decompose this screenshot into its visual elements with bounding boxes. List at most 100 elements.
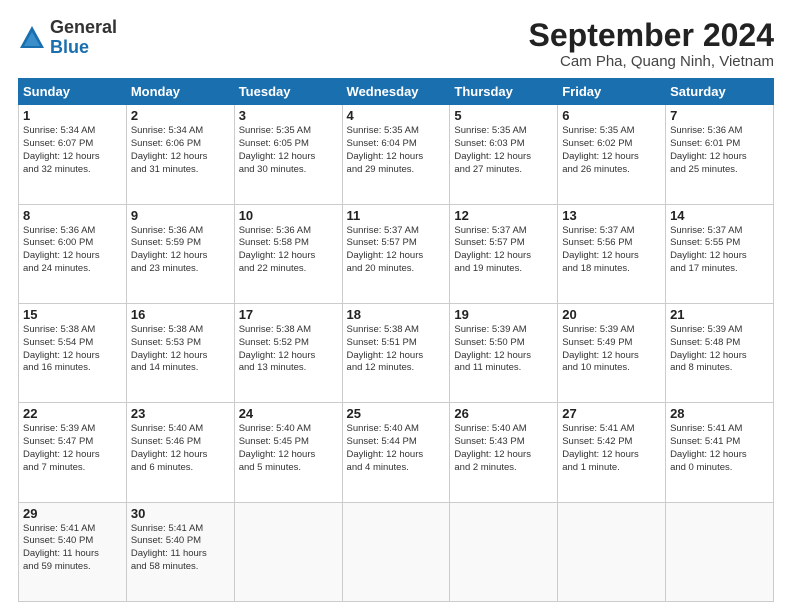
day-number: 20 — [562, 307, 661, 322]
calendar-cell: 6Sunrise: 5:35 AM Sunset: 6:02 PM Daylig… — [558, 105, 666, 204]
calendar-cell: 20Sunrise: 5:39 AM Sunset: 5:49 PM Dayli… — [558, 303, 666, 402]
day-number: 17 — [239, 307, 338, 322]
calendar-cell: 2 Sunrise: 5:34 AM Sunset: 6:06 PM Daylig… — [126, 105, 234, 204]
calendar-cell — [558, 502, 666, 601]
day-number: 18 — [347, 307, 446, 322]
logo-icon — [18, 24, 46, 52]
day-number: 19 — [454, 307, 553, 322]
day-number: 23 — [131, 406, 230, 421]
day-number: 21 — [670, 307, 769, 322]
cell-info: Sunrise: 5:34 AM Sunset: 6:06 PM Dayligh… — [131, 125, 230, 176]
cell-info: Sunrise: 5:36 AM Sunset: 6:01 PM Dayligh… — [670, 125, 769, 176]
calendar-cell: 25 Sunrise: 5:40 AM Sunset: 5:44 PM Dayli… — [342, 403, 450, 502]
calendar-week-4: 22Sunrise: 5:39 AM Sunset: 5:47 PM Dayli… — [19, 403, 774, 502]
calendar-cell — [450, 502, 558, 601]
calendar-cell: 23 Sunrise: 5:40 AM Sunset: 5:46 PM Dayli… — [126, 403, 234, 502]
calendar-header-thursday: Thursday — [450, 79, 558, 105]
calendar-header-wednesday: Wednesday — [342, 79, 450, 105]
calendar-header-tuesday: Tuesday — [234, 79, 342, 105]
day-number: 30 — [131, 506, 230, 521]
cell-info: Sunrise: 5:38 AM Sunset: 5:52 PM Dayligh… — [239, 324, 338, 375]
calendar-week-3: 15 Sunrise: 5:38 AM Sunset: 5:54 PM Dayli… — [19, 303, 774, 402]
day-number: 7 — [670, 108, 769, 123]
cell-info: Sunrise: 5:40 AM Sunset: 5:44 PM Dayligh… — [347, 423, 446, 474]
calendar-cell: 21 Sunrise: 5:39 AM Sunset: 5:48 PM Dayli… — [666, 303, 774, 402]
calendar-header-friday: Friday — [558, 79, 666, 105]
calendar-cell: 14 Sunrise: 5:37 AM Sunset: 5:55 PM Dayli… — [666, 204, 774, 303]
calendar-cell: 10 Sunrise: 5:36 AM Sunset: 5:58 PM Dayli… — [234, 204, 342, 303]
cell-info: Sunrise: 5:34 AM Sunset: 6:07 PM Dayligh… — [23, 125, 122, 176]
day-number: 15 — [23, 307, 122, 322]
cell-info: Sunrise: 5:35 AM Sunset: 6:05 PM Dayligh… — [239, 125, 338, 176]
calendar-cell: 27 Sunrise: 5:41 AM Sunset: 5:42 PM Dayli… — [558, 403, 666, 502]
day-number: 28 — [670, 406, 769, 421]
day-number: 2 — [131, 108, 230, 123]
day-number: 4 — [347, 108, 446, 123]
calendar-cell: 16 Sunrise: 5:38 AM Sunset: 5:53 PM Dayli… — [126, 303, 234, 402]
day-number: 11 — [347, 208, 446, 223]
calendar-cell: 1 Sunrise: 5:34 AM Sunset: 6:07 PM Daylig… — [19, 105, 127, 204]
calendar-cell: 24 Sunrise: 5:40 AM Sunset: 5:45 PM Dayli… — [234, 403, 342, 502]
cell-info: Sunrise: 5:38 AM Sunset: 5:51 PM Dayligh… — [347, 324, 446, 375]
cell-info: Sunrise: 5:38 AM Sunset: 5:54 PM Dayligh… — [23, 324, 122, 375]
day-number: 14 — [670, 208, 769, 223]
cell-info: Sunrise: 5:36 AM Sunset: 6:00 PM Dayligh… — [23, 225, 122, 276]
day-number: 16 — [131, 307, 230, 322]
calendar-title: September 2024 — [529, 18, 774, 53]
calendar-cell: 8 Sunrise: 5:36 AM Sunset: 6:00 PM Daylig… — [19, 204, 127, 303]
cell-info: Sunrise: 5:39 AM Sunset: 5:48 PM Dayligh… — [670, 324, 769, 375]
calendar-header-row: SundayMondayTuesdayWednesdayThursdayFrid… — [19, 79, 774, 105]
cell-info: Sunrise: 5:38 AM Sunset: 5:53 PM Dayligh… — [131, 324, 230, 375]
cell-info: Sunrise: 5:35 AM Sunset: 6:04 PM Dayligh… — [347, 125, 446, 176]
cell-info: Sunrise: 5:41 AM Sunset: 5:42 PM Dayligh… — [562, 423, 661, 474]
day-number: 12 — [454, 208, 553, 223]
logo-text: General Blue — [50, 18, 117, 58]
logo-blue: Blue — [50, 37, 89, 57]
cell-info: Sunrise: 5:40 AM Sunset: 5:43 PM Dayligh… — [454, 423, 553, 474]
calendar-cell — [234, 502, 342, 601]
calendar-cell: 30 Sunrise: 5:41 AM Sunset: 5:40 PM Dayli… — [126, 502, 234, 601]
day-number: 27 — [562, 406, 661, 421]
calendar-cell: 7 Sunrise: 5:36 AM Sunset: 6:01 PM Daylig… — [666, 105, 774, 204]
calendar-header-sunday: Sunday — [19, 79, 127, 105]
calendar-cell: 18 Sunrise: 5:38 AM Sunset: 5:51 PM Dayli… — [342, 303, 450, 402]
day-number: 5 — [454, 108, 553, 123]
day-number: 25 — [347, 406, 446, 421]
calendar-cell: 12 Sunrise: 5:37 AM Sunset: 5:57 PM Dayli… — [450, 204, 558, 303]
day-number: 3 — [239, 108, 338, 123]
calendar-cell: 5Sunrise: 5:35 AM Sunset: 6:03 PM Daylig… — [450, 105, 558, 204]
calendar-cell: 26 Sunrise: 5:40 AM Sunset: 5:43 PM Dayli… — [450, 403, 558, 502]
cell-info: Sunrise: 5:40 AM Sunset: 5:46 PM Dayligh… — [131, 423, 230, 474]
cell-info: Sunrise: 5:41 AM Sunset: 5:40 PM Dayligh… — [23, 523, 122, 574]
cell-info: Sunrise: 5:41 AM Sunset: 5:40 PM Dayligh… — [131, 523, 230, 574]
cell-info: Sunrise: 5:37 AM Sunset: 5:57 PM Dayligh… — [454, 225, 553, 276]
calendar-cell: 29Sunrise: 5:41 AM Sunset: 5:40 PM Dayli… — [19, 502, 127, 601]
calendar-cell — [666, 502, 774, 601]
day-number: 8 — [23, 208, 122, 223]
calendar-cell: 3 Sunrise: 5:35 AM Sunset: 6:05 PM Daylig… — [234, 105, 342, 204]
day-number: 13 — [562, 208, 661, 223]
calendar-week-1: 1 Sunrise: 5:34 AM Sunset: 6:07 PM Daylig… — [19, 105, 774, 204]
cell-info: Sunrise: 5:37 AM Sunset: 5:55 PM Dayligh… — [670, 225, 769, 276]
calendar-cell: 22Sunrise: 5:39 AM Sunset: 5:47 PM Dayli… — [19, 403, 127, 502]
calendar-subtitle: Cam Pha, Quang Ninh, Vietnam — [529, 53, 774, 70]
day-number: 26 — [454, 406, 553, 421]
calendar-cell: 4 Sunrise: 5:35 AM Sunset: 6:04 PM Daylig… — [342, 105, 450, 204]
cell-info: Sunrise: 5:35 AM Sunset: 6:02 PM Dayligh… — [562, 125, 661, 176]
cell-info: Sunrise: 5:36 AM Sunset: 5:59 PM Dayligh… — [131, 225, 230, 276]
day-number: 10 — [239, 208, 338, 223]
cell-info: Sunrise: 5:39 AM Sunset: 5:47 PM Dayligh… — [23, 423, 122, 474]
cell-info: Sunrise: 5:36 AM Sunset: 5:58 PM Dayligh… — [239, 225, 338, 276]
calendar-cell: 13 Sunrise: 5:37 AM Sunset: 5:56 PM Dayli… — [558, 204, 666, 303]
day-number: 1 — [23, 108, 122, 123]
cell-info: Sunrise: 5:39 AM Sunset: 5:50 PM Dayligh… — [454, 324, 553, 375]
calendar-week-5: 29Sunrise: 5:41 AM Sunset: 5:40 PM Dayli… — [19, 502, 774, 601]
calendar-cell: 9Sunrise: 5:36 AM Sunset: 5:59 PM Daylig… — [126, 204, 234, 303]
cell-info: Sunrise: 5:40 AM Sunset: 5:45 PM Dayligh… — [239, 423, 338, 474]
calendar-cell: 19 Sunrise: 5:39 AM Sunset: 5:50 PM Dayli… — [450, 303, 558, 402]
cell-info: Sunrise: 5:37 AM Sunset: 5:56 PM Dayligh… — [562, 225, 661, 276]
calendar-cell — [342, 502, 450, 601]
calendar-header-saturday: Saturday — [666, 79, 774, 105]
page: General Blue September 2024 Cam Pha, Qua… — [0, 0, 792, 612]
day-number: 24 — [239, 406, 338, 421]
